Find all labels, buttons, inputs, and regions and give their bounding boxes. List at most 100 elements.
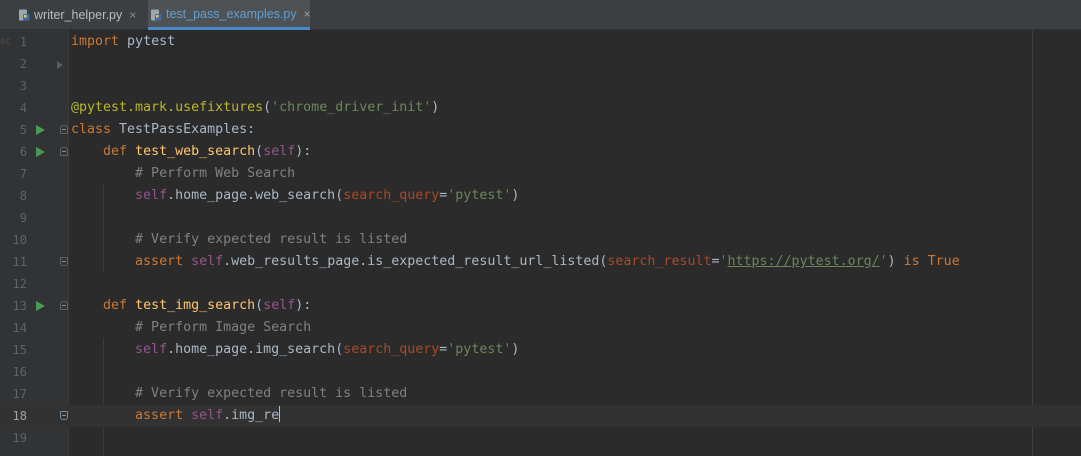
code-token: # Perform Image Search: [135, 320, 312, 335]
code-token: 'chrome_driver_init': [271, 100, 432, 115]
code-token: ): [511, 342, 520, 357]
code-line[interactable]: 16: [0, 361, 1081, 383]
code-line[interactable]: 13 def test_img_search(self):: [0, 295, 1081, 317]
code-line[interactable]: 19: [0, 427, 1081, 449]
line-number: 7: [19, 167, 27, 181]
code-token: def: [103, 298, 128, 313]
tab-label: test_pass_examples.py: [166, 6, 297, 21]
code-line[interactable]: 15 self.home_page.img_search(search_quer…: [0, 339, 1081, 361]
line-number: 6: [19, 145, 27, 159]
fold-marker-icon[interactable]: [60, 411, 68, 420]
fold-arrow-icon: [57, 61, 63, 69]
code-token: self: [263, 298, 296, 313]
fold-marker-icon[interactable]: [60, 301, 68, 310]
code-line[interactable]: 7 # Perform Web Search: [0, 163, 1081, 185]
code-token: (: [255, 298, 264, 313]
code-token: https://pytest.org/: [727, 254, 880, 269]
code-token: self: [191, 408, 224, 423]
line-number: 9: [19, 211, 27, 225]
code-token: # Perform Web Search: [135, 166, 296, 181]
close-tab-icon[interactable]: ×: [129, 8, 136, 22]
fold-marker-icon[interactable]: [60, 257, 68, 266]
code-token: 'pytest': [447, 188, 512, 203]
fold-marker-icon[interactable]: [60, 147, 68, 156]
code-token: ): [511, 188, 520, 203]
run-test-icon[interactable]: [36, 301, 45, 311]
code-token: pytest: [119, 34, 176, 49]
line-number: 18: [12, 409, 27, 423]
code-token: =: [711, 254, 720, 269]
code-line[interactable]: 9: [0, 207, 1081, 229]
fold-marker-icon[interactable]: [60, 125, 68, 134]
code-token: search_query: [343, 342, 440, 357]
line-number: 8: [19, 189, 27, 203]
tab-label: writer_helper.py: [34, 8, 123, 22]
code-token: class: [71, 122, 112, 137]
code-text: class TestPassExamples:: [71, 119, 255, 141]
tab-test-pass-examples[interactable]: test_pass_examples.py ×: [148, 0, 311, 30]
code-token: self: [263, 144, 296, 159]
code-text: assert self.web_results_page.is_expected…: [71, 251, 960, 273]
code-line[interactable]: 14 # Perform Image Search: [0, 317, 1081, 339]
code-line[interactable]: 18 assert self.img_re: [0, 405, 1081, 427]
code-token: @pytest.mark.usefixtures: [71, 100, 264, 115]
code-token: .web_results_page.is_expected_result_url…: [223, 254, 608, 269]
line-number: 4: [19, 101, 27, 115]
code-text: def test_img_search(self):: [71, 295, 311, 317]
code-line[interactable]: 2: [0, 53, 1081, 75]
code-token: .home_page.img_search(: [167, 342, 344, 357]
code-line[interactable]: 8 self.home_page.web_search(search_query…: [0, 185, 1081, 207]
python-file-icon: [19, 9, 30, 21]
code-line[interactable]: 6 def test_web_search(self):: [0, 141, 1081, 163]
code-token: is True: [903, 254, 960, 269]
code-line[interactable]: 17 # Verify expected result is listed: [0, 383, 1081, 405]
code-token: # Verify expected result is listed: [135, 386, 408, 401]
line-number: 14: [12, 321, 27, 335]
code-token: (: [263, 100, 272, 115]
code-token: TestPassExamples:: [111, 122, 256, 137]
close-tab-icon[interactable]: ×: [304, 7, 311, 21]
code-token: 'pytest': [447, 342, 512, 357]
code-line[interactable]: 1 import pytest: [0, 31, 1081, 53]
code-text: assert self.img_re: [71, 405, 281, 427]
code-token: search_query: [343, 188, 440, 203]
code-token: import: [71, 34, 120, 49]
code-line[interactable]: 11 assert self.web_results_page.is_expec…: [0, 251, 1081, 273]
code-line[interactable]: 3: [0, 75, 1081, 97]
code-line[interactable]: 12: [0, 273, 1081, 295]
code-text: # Verify expected result is listed: [71, 383, 407, 405]
code-token: (: [255, 144, 264, 159]
code-line[interactable]: 4 @pytest.mark.usefixtures('chrome_driver…: [0, 97, 1081, 119]
code-text: # Perform Web Search: [71, 163, 295, 185]
line-number: 17: [12, 387, 27, 401]
code-token: ': [879, 254, 888, 269]
code-token: search_result: [607, 254, 712, 269]
code-line[interactable]: 5 class TestPassExamples:: [0, 119, 1081, 141]
tab-writer-helper[interactable]: writer_helper.py ×: [16, 0, 140, 30]
code-line[interactable]: 10 # Verify expected result is listed: [0, 229, 1081, 251]
line-number: 13: [12, 299, 27, 313]
text-caret: [279, 406, 281, 422]
code-token: ):: [295, 144, 312, 159]
line-number: 16: [12, 365, 27, 379]
code-token: ): [887, 254, 904, 269]
code-token: .img_re: [223, 408, 280, 423]
code-text: import pytest: [71, 31, 175, 53]
line-number: 19: [12, 431, 27, 445]
run-test-icon[interactable]: [36, 147, 45, 157]
python-file-icon: [151, 9, 162, 21]
run-test-icon[interactable]: [36, 125, 45, 135]
code-text: self.home_page.img_search(search_query='…: [71, 339, 519, 361]
code-token: .home_page.web_search(: [167, 188, 344, 203]
code-token: test_web_search: [135, 144, 256, 159]
